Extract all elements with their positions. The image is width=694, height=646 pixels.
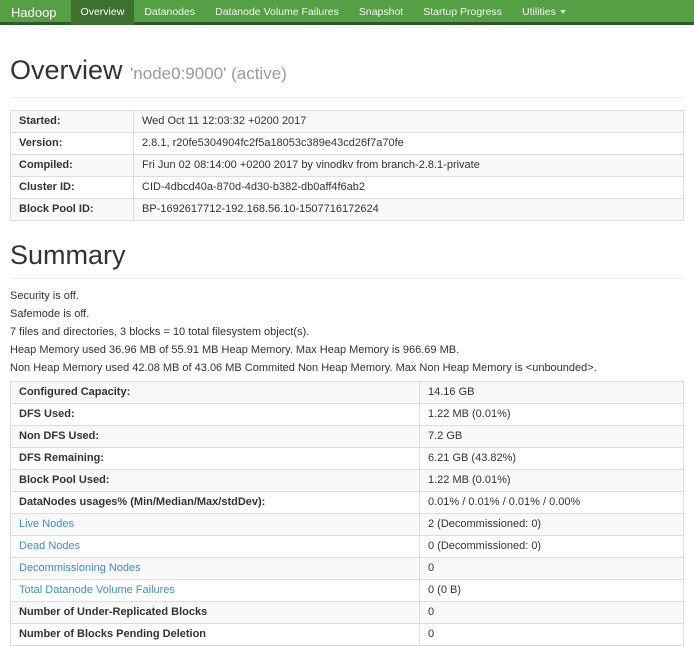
row-label-number-of-blocks-pending-deletion: Number of Blocks Pending Deletion (11, 624, 420, 646)
table-row: Version:2.8.1, r20fe5304904fc2f5a18053c3… (11, 133, 684, 155)
info-table-body: Started:Wed Oct 11 12:03:32 +0200 2017Ve… (11, 111, 684, 221)
table-row: DFS Remaining:6.21 GB (43.82%) (11, 448, 684, 470)
row-value: Wed Oct 11 12:03:32 +0200 2017 (134, 111, 684, 133)
summary-stat-2: 7 files and directories, 3 blocks = 10 t… (10, 327, 684, 338)
row-value: 0 (420, 624, 684, 646)
row-label-started: Started: (11, 111, 134, 133)
link-live-nodes[interactable]: Live Nodes (19, 518, 74, 530)
page-title: Overview 'node0:9000' (active) (10, 55, 684, 89)
row-value: 0 (Decommissioned: 0) (420, 536, 684, 558)
page-container: Overview 'node0:9000' (active) Started:W… (0, 55, 694, 646)
divider (10, 97, 684, 98)
overview-title: Overview (10, 55, 123, 85)
row-value: 14.16 GB (420, 382, 684, 404)
row-value: Fri Jun 02 08:14:00 +0200 2017 by vinodk… (134, 155, 684, 177)
row-label-configured-capacity: Configured Capacity: (11, 382, 420, 404)
row-value: 1.22 MB (0.01%) (420, 404, 684, 426)
namenode-address: 'node0:9000' (active) (130, 64, 287, 83)
nav-item-startup-progress[interactable]: Startup Progress (413, 0, 512, 25)
table-row: Live Nodes 2 (Decommissioned: 0) (11, 514, 684, 536)
table-row: Configured Capacity:14.16 GB (11, 382, 684, 404)
row-label-version: Version: (11, 133, 134, 155)
nav-item-overview[interactable]: Overview (71, 0, 135, 25)
summary-title: Summary (10, 240, 684, 270)
row-value: 7.2 GB (420, 426, 684, 448)
row-label-block-pool-used: Block Pool Used: (11, 470, 420, 492)
row-value: BP-1692617712-192.168.56.10-150771617262… (134, 199, 684, 221)
row-label-decommissioning-nodes: Decommissioning Nodes (11, 558, 420, 580)
row-label-datanodes-usages-min-median-max-stddev: DataNodes usages% (Min/Median/Max/stdDev… (11, 492, 420, 514)
row-value: 0 (420, 558, 684, 580)
row-value: CID-4dbcd40a-870d-4d30-b382-db0aff4f6ab2 (134, 177, 684, 199)
row-label-compiled: Compiled: (11, 155, 134, 177)
summary-stat-3: Heap Memory used 36.96 MB of 55.91 MB He… (10, 345, 684, 356)
row-value: 2.8.1, r20fe5304904fc2f5a18053c389e43cd2… (134, 133, 684, 155)
hadoop-brand[interactable]: Hadoop (0, 0, 71, 22)
caret-down-icon (560, 10, 566, 14)
divider (10, 278, 684, 279)
table-row: Block Pool ID:BP-1692617712-192.168.56.1… (11, 199, 684, 221)
link-decommissioning-nodes[interactable]: Decommissioning Nodes (19, 562, 141, 574)
row-value: 6.21 GB (43.82%) (420, 448, 684, 470)
summary-stat-0: Security is off. (10, 291, 684, 302)
navbar: Hadoop OverviewDatanodesDatanode Volume … (0, 0, 694, 25)
nav-item-datanodes[interactable]: Datanodes (134, 0, 205, 25)
table-row: Decommissioning Nodes 0 (11, 558, 684, 580)
link-total-datanode-volume-failures[interactable]: Total Datanode Volume Failures (19, 584, 175, 596)
table-row: Started:Wed Oct 11 12:03:32 +0200 2017 (11, 111, 684, 133)
row-label-non-dfs-used: Non DFS Used: (11, 426, 420, 448)
summary-paragraphs: Security is off. Safemode is off. 7 files … (10, 291, 684, 374)
row-value: 1.22 MB (0.01%) (420, 470, 684, 492)
row-label-number-of-under-replicated-blocks: Number of Under-Replicated Blocks (11, 602, 420, 624)
table-row: DataNodes usages% (Min/Median/Max/stdDev… (11, 492, 684, 514)
summary-stat-4: Non Heap Memory used 42.08 MB of 43.06 M… (10, 363, 684, 374)
row-label-dfs-remaining: DFS Remaining: (11, 448, 420, 470)
nav-item-snapshot[interactable]: Snapshot (349, 0, 413, 25)
table-row: Number of Under-Replicated Blocks0 (11, 602, 684, 624)
summary-section: Summary Security is off. Safemode is off.… (10, 240, 684, 646)
row-label-total-datanode-volume-failures: Total Datanode Volume Failures (11, 580, 420, 602)
navbar-items: OverviewDatanodesDatanode Volume Failure… (71, 0, 576, 22)
row-label-cluster-id: Cluster ID: (11, 177, 134, 199)
row-label-block-pool-id: Block Pool ID: (11, 199, 134, 221)
summary-table: Configured Capacity:14.16 GBDFS Used:1.2… (10, 381, 684, 646)
cluster-info-table: Started:Wed Oct 11 12:03:32 +0200 2017Ve… (10, 110, 684, 221)
link-dead-nodes[interactable]: Dead Nodes (19, 540, 80, 552)
row-label-dfs-used: DFS Used: (11, 404, 420, 426)
row-value: 0.01% / 0.01% / 0.01% / 0.00% (420, 492, 684, 514)
nav-item-datanode-volume-failures[interactable]: Datanode Volume Failures (205, 0, 349, 25)
table-row: Dead Nodes 0 (Decommissioned: 0) (11, 536, 684, 558)
table-row: Compiled:Fri Jun 02 08:14:00 +0200 2017 … (11, 155, 684, 177)
row-value: 0 (0 B) (420, 580, 684, 602)
overview-section: Overview 'node0:9000' (active) Started:W… (10, 55, 684, 221)
row-value: 0 (420, 602, 684, 624)
summary-stat-1: Safemode is off. (10, 309, 684, 320)
row-label-live-nodes: Live Nodes (11, 514, 420, 536)
table-row: Total Datanode Volume Failures 0 (0 B) (11, 580, 684, 602)
table-row: Number of Blocks Pending Deletion0 (11, 624, 684, 646)
nav-item-utilities[interactable]: Utilities (512, 0, 576, 25)
summary-table-body: Configured Capacity:14.16 GBDFS Used:1.2… (11, 382, 684, 646)
table-row: DFS Used:1.22 MB (0.01%) (11, 404, 684, 426)
row-value: 2 (Decommissioned: 0) (420, 514, 684, 536)
table-row: Cluster ID:CID-4dbcd40a-870d-4d30-b382-d… (11, 177, 684, 199)
table-row: Non DFS Used:7.2 GB (11, 426, 684, 448)
row-label-dead-nodes: Dead Nodes (11, 536, 420, 558)
table-row: Block Pool Used:1.22 MB (0.01%) (11, 470, 684, 492)
